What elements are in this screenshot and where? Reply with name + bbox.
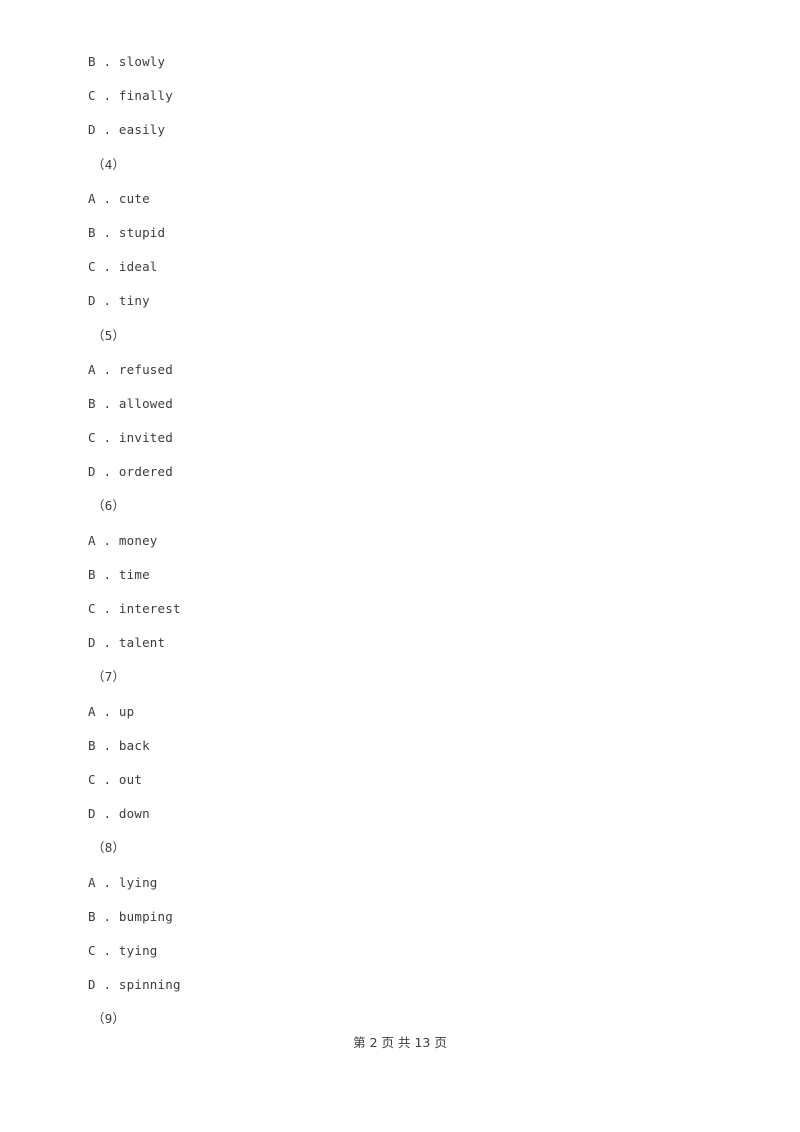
question-number: （5）	[92, 327, 126, 343]
answer-option: D . easily	[88, 122, 166, 138]
answer-option: D . down	[88, 806, 150, 822]
question-number: （4）	[92, 156, 126, 172]
answer-option: C . ideal	[88, 259, 158, 275]
answer-option: D . spinning	[88, 977, 181, 993]
answer-option: B . time	[88, 566, 150, 582]
answer-option: A . cute	[88, 190, 150, 206]
answer-option: A . refused	[88, 361, 173, 377]
document-page: B . slowly C . finally D . easily （4） A . cu…	[0, 0, 800, 1132]
answer-option: A . money	[88, 532, 158, 548]
answer-option: B . back	[88, 737, 150, 753]
answer-option: B . allowed	[88, 395, 173, 411]
answer-option: A . up	[88, 703, 135, 719]
question-number: （6）	[92, 498, 126, 514]
answer-option: C . invited	[88, 430, 173, 446]
page-footer-pagination: 第 2 页 共 13 页	[353, 1035, 447, 1050]
answer-option: A . lying	[88, 874, 158, 890]
answer-option: B . slowly	[88, 54, 166, 69]
question-number: （8）	[92, 840, 126, 856]
answer-option: C . interest	[88, 601, 181, 616]
answer-option: C . tying	[88, 942, 158, 958]
answer-option: B . stupid	[88, 224, 166, 240]
answer-option: D . talent	[88, 635, 166, 651]
answer-option: D . tiny	[88, 293, 150, 309]
question-number: （7）	[92, 669, 126, 685]
answer-option: B . bumping	[88, 908, 173, 924]
document-body: B . slowly C . finally D . easily （4） A . cu…	[0, 0, 800, 1036]
answer-option: C . finally	[88, 88, 173, 104]
answer-option: D . ordered	[88, 464, 173, 480]
answer-option: C . out	[88, 771, 143, 787]
